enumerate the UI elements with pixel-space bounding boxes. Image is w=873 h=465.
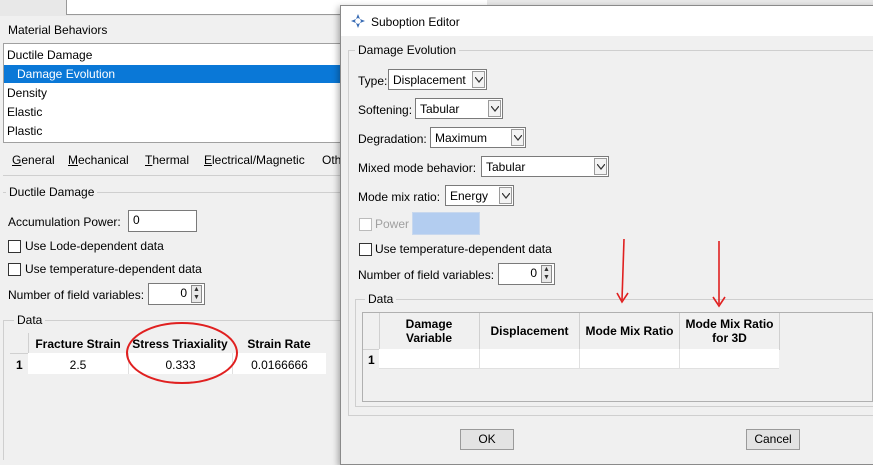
mode-mix-ratio-label: Mode mix ratio: <box>358 190 441 204</box>
menu-other[interactable]: Oth <box>322 153 341 167</box>
table-corner <box>10 333 29 354</box>
dialog-temp-checkbox[interactable] <box>359 243 372 256</box>
menu-electrical-magnetic[interactable]: Electrical/Magnetic <box>204 153 305 167</box>
lode-label: Use Lode-dependent data <box>25 239 164 253</box>
menu-mechanical[interactable]: Mechanical <box>68 153 129 167</box>
type-combo[interactable]: Displacement <box>388 69 487 90</box>
dialog-table-row[interactable] <box>379 349 779 369</box>
power-label: Power <box>375 217 410 231</box>
material-behaviors-title: Material Behaviors <box>8 23 108 37</box>
mixed-mode-label: Mixed mode behavior: <box>358 161 477 175</box>
degradation-combo[interactable]: Maximum <box>430 127 526 148</box>
softening-combo[interactable]: Tabular <box>415 98 503 119</box>
chevron-down-icon <box>472 71 485 88</box>
table-header-strain-rate: Strain Rate <box>247 337 311 351</box>
lode-checkbox[interactable] <box>8 240 21 253</box>
power-input[interactable] <box>412 212 480 235</box>
behavior-item[interactable]: Ductile Damage <box>7 48 92 62</box>
mixed-mode-combo[interactable]: Tabular <box>481 156 609 177</box>
material-behaviors-list[interactable]: Ductile Damage Damage Evolution Density … <box>3 43 344 143</box>
dialog-header-mode-mix-ratio: Mode Mix Ratio <box>580 313 680 350</box>
dialog-field-vars-label: Number of field variables: <box>358 268 495 282</box>
table-cell-fracture-strain: 2.5 <box>69 358 87 372</box>
data-group-title: Data <box>14 313 46 327</box>
menu-general[interactable]: General <box>12 153 55 167</box>
type-label: Type: <box>358 74 388 88</box>
field-vars-spinner[interactable]: ▲ ▼ <box>191 285 202 303</box>
annotation-arrow-mode-mix <box>616 238 629 304</box>
table-header-fracture-strain: Fracture Strain <box>35 337 121 351</box>
dialog-header-damage-variable: Damage Variable <box>379 313 480 350</box>
temp-checkbox[interactable] <box>8 263 21 276</box>
table-cell-strain-rate: 0.0166666 <box>251 358 308 372</box>
dialog-temp-label: Use temperature-dependent data <box>375 242 552 256</box>
power-checkbox[interactable] <box>359 218 372 231</box>
behavior-item[interactable]: Elastic <box>7 105 42 119</box>
table-corner <box>363 313 380 350</box>
annotation-ellipse <box>126 322 238 384</box>
dialog-data-title: Data <box>365 292 397 306</box>
dialog-header-mode-mix-ratio-3d: Mode Mix Ratio for 3D <box>680 313 780 350</box>
table-row-index: 1 <box>16 358 23 372</box>
chevron-down-icon <box>594 158 607 175</box>
chevron-down-icon <box>511 129 524 146</box>
chevron-down-icon <box>499 187 512 204</box>
dialog-title: Suboption Editor <box>371 15 460 29</box>
ok-button[interactable]: OK <box>460 429 514 450</box>
temp-label: Use temperature-dependent data <box>25 262 202 276</box>
dialog-row-index: 1 <box>368 353 375 367</box>
accumulation-power-input[interactable]: 0 <box>128 210 197 232</box>
behavior-item[interactable]: Plastic <box>7 124 42 138</box>
behavior-item[interactable]: Density <box>7 86 47 100</box>
dialog-data-table: Damage Variable Displacement Mode Mix Ra… <box>362 312 873 402</box>
menu-thermal[interactable]: Thermal <box>145 153 189 167</box>
dialog-field-vars-spinner[interactable]: ▲ ▼ <box>541 265 552 283</box>
abaqus-app-icon <box>351 14 365 28</box>
accumulation-power-label: Accumulation Power: <box>8 215 121 229</box>
degradation-label: Degradation: <box>358 132 427 146</box>
mode-mix-ratio-combo[interactable]: Energy <box>445 185 514 206</box>
dialog-header-displacement: Displacement <box>480 313 580 350</box>
softening-label: Softening: <box>358 103 413 117</box>
cancel-button[interactable]: Cancel <box>746 429 800 450</box>
chevron-down-icon <box>488 100 501 117</box>
field-vars-label: Number of field variables: <box>8 288 145 302</box>
annotation-arrow-mode-mix-3d <box>712 241 726 308</box>
menu-separator <box>3 175 341 176</box>
ductile-damage-title: Ductile Damage <box>6 185 98 199</box>
behavior-item[interactable]: Damage Evolution <box>17 67 115 81</box>
damage-evolution-title: Damage Evolution <box>355 43 460 57</box>
